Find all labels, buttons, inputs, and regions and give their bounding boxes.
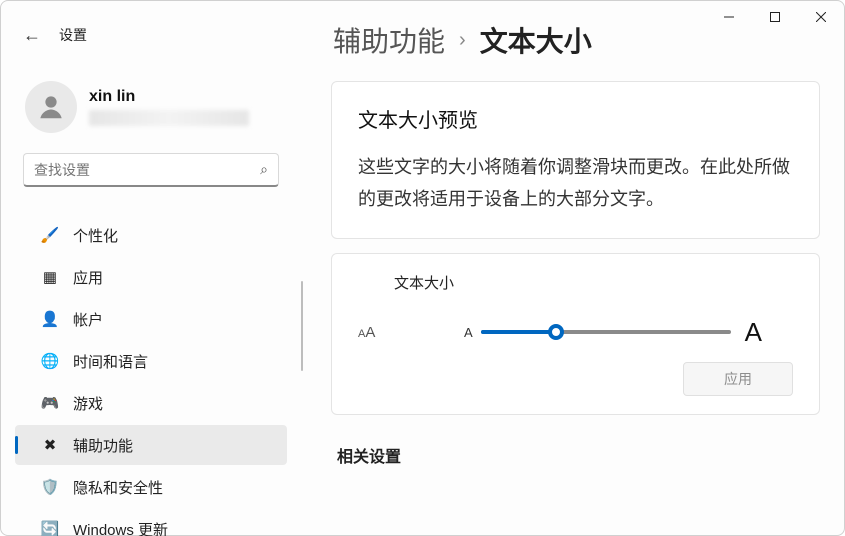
- chevron-right-icon: ›: [459, 29, 466, 52]
- apply-button[interactable]: 应用: [683, 362, 793, 396]
- related-settings-heading: 相关设置: [337, 443, 820, 467]
- slider-thumb[interactable]: [548, 324, 564, 340]
- header-row: ← 设置: [1, 19, 301, 51]
- search-input[interactable]: [34, 162, 221, 178]
- app-title: 设置: [59, 25, 87, 45]
- nav-item-2[interactable]: 👤 帐户: [15, 299, 287, 339]
- nav-item-7[interactable]: 🔄 Windows 更新: [15, 509, 287, 536]
- user-text: xin lin: [89, 88, 249, 126]
- nav-label: 时间和语言: [73, 351, 148, 372]
- nav-item-1[interactable]: ▦ 应用: [15, 257, 287, 297]
- nav-item-5[interactable]: ✖ 辅助功能: [15, 425, 287, 465]
- text-size-label: 文本大小: [394, 272, 793, 293]
- nav-label: 个性化: [73, 225, 118, 246]
- text-size-card: 文本大小 AA A A 应用: [331, 253, 820, 415]
- nav-label: 隐私和安全性: [73, 477, 163, 498]
- text-size-slider[interactable]: [481, 322, 731, 342]
- main-pane: 辅助功能 › 文本大小 文本大小预览 这些文字的大小将随着你调整滑块而更改。在此…: [325, 1, 844, 535]
- nav-list: 🖌️ 个性化 ▦ 应用 👤 帐户 🌐 时间和语言 🎮 游戏 ✖ 辅助功能 🛡️ 隐私和安全性 🔄 Window…: [1, 215, 301, 536]
- nav-icon: ▦: [41, 268, 59, 286]
- search-box[interactable]: ⌕: [23, 153, 279, 187]
- nav-icon: 🔄: [41, 520, 59, 536]
- nav-icon: 🎮: [41, 394, 59, 412]
- nav-label: 帐户: [73, 309, 103, 330]
- nav-icon: 🌐: [41, 352, 59, 370]
- preview-body: 这些文字的大小将随着你调整滑块而更改。在此处所做的更改将适用于设备上的大部分文字…: [358, 151, 793, 216]
- slider-min-marker: A: [464, 325, 473, 340]
- avatar: [25, 81, 77, 133]
- slider-track-fill: [481, 330, 556, 334]
- nav-label: 应用: [73, 267, 103, 288]
- breadcrumb: 辅助功能 › 文本大小: [325, 13, 844, 67]
- breadcrumb-parent[interactable]: 辅助功能: [333, 20, 445, 60]
- nav-label: 游戏: [73, 393, 103, 414]
- slider-max-marker: A: [745, 317, 762, 348]
- left-pane: ← 设置 xin lin ⌕ 🖌️ 个性化 ▦ 应用 👤 帐户 🌐 时间和语言 🎮 游戏 ✖ 辅助功能…: [1, 1, 301, 535]
- breadcrumb-current: 文本大小: [480, 20, 592, 60]
- search-icon: ⌕: [260, 161, 268, 178]
- back-button[interactable]: ←: [23, 26, 41, 44]
- nav-icon: 🛡️: [41, 478, 59, 496]
- nav-item-3[interactable]: 🌐 时间和语言: [15, 341, 287, 381]
- nav-icon: ✖: [41, 436, 59, 454]
- text-size-icon: AA: [358, 324, 414, 341]
- person-icon: [36, 92, 66, 122]
- nav-item-6[interactable]: 🛡️ 隐私和安全性: [15, 467, 287, 507]
- user-block[interactable]: xin lin: [25, 81, 301, 133]
- nav-icon: 🖌️: [41, 226, 59, 244]
- nav-item-0[interactable]: 🖌️ 个性化: [15, 215, 287, 255]
- text-size-row: AA A A: [358, 317, 793, 348]
- nav-icon: 👤: [41, 310, 59, 328]
- nav-label: Windows 更新: [73, 519, 168, 536]
- nav-item-4[interactable]: 🎮 游戏: [15, 383, 287, 423]
- user-name: xin lin: [89, 88, 249, 106]
- settings-window: ← 设置 xin lin ⌕ 🖌️ 个性化 ▦ 应用 👤 帐户 🌐 时间和语言 🎮 游戏 ✖ 辅助功能…: [0, 0, 845, 536]
- nav-scrollbar[interactable]: [301, 281, 303, 371]
- preview-heading: 文本大小预览: [358, 104, 793, 133]
- preview-card: 文本大小预览 这些文字的大小将随着你调整滑块而更改。在此处所做的更改将适用于设备…: [331, 81, 820, 239]
- nav-label: 辅助功能: [73, 435, 133, 456]
- user-email-redacted: [89, 110, 249, 126]
